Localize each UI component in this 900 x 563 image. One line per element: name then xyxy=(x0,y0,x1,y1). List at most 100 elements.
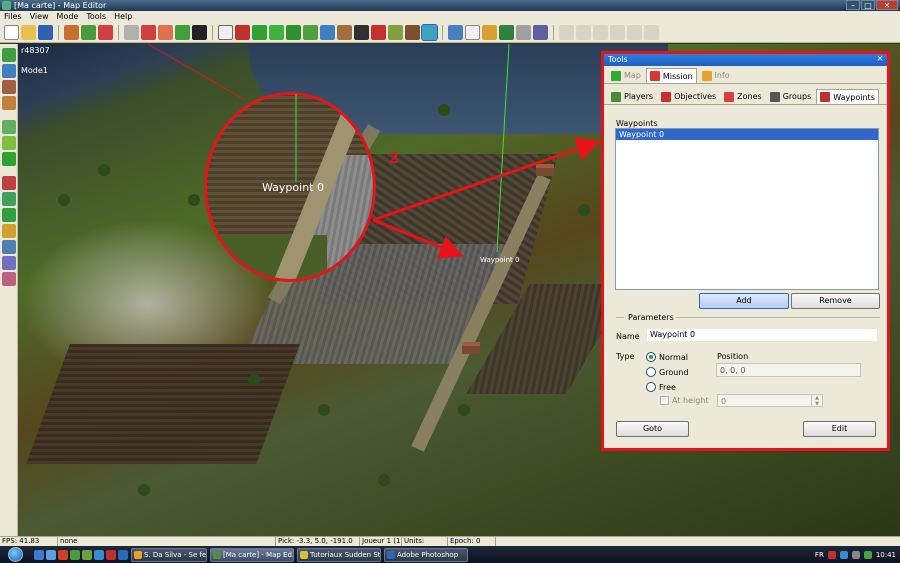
game-icon[interactable] xyxy=(82,549,92,560)
vehicle-icon[interactable] xyxy=(354,25,369,40)
toolbar-separator xyxy=(553,25,554,40)
layer-road-icon[interactable] xyxy=(1,224,16,238)
tab-mission[interactable]: Mission xyxy=(645,68,697,83)
paint-icon[interactable] xyxy=(175,25,190,40)
layer-water-icon[interactable] xyxy=(1,64,16,78)
layer-trees-icon[interactable] xyxy=(1,192,16,206)
building-icon[interactable] xyxy=(405,25,420,40)
layer-zone-icon[interactable] xyxy=(1,256,16,270)
tab-objectives[interactable]: Objectives xyxy=(658,89,719,104)
desktop-icon[interactable] xyxy=(34,549,44,560)
list-icon[interactable] xyxy=(516,25,531,40)
network-icon[interactable] xyxy=(839,550,848,559)
waypoint-tool-icon[interactable] xyxy=(421,24,438,41)
toolbar-separator xyxy=(442,25,443,40)
waypoints-section-label: Waypoints xyxy=(616,119,658,128)
tool-icon[interactable] xyxy=(141,25,156,40)
radar-icon[interactable] xyxy=(499,25,514,40)
layer-river-icon[interactable] xyxy=(1,240,16,254)
tab-info[interactable]: Info xyxy=(699,68,733,83)
messenger-icon[interactable] xyxy=(94,549,104,560)
player-status: Joueur 1 (1) xyxy=(362,537,402,546)
target-icon[interactable] xyxy=(98,25,113,40)
menu-mode[interactable]: Mode xyxy=(57,11,79,23)
browser-icon[interactable] xyxy=(58,549,68,560)
house-mark xyxy=(536,164,554,176)
layer-grid-icon[interactable] xyxy=(1,120,16,134)
tree-icon[interactable] xyxy=(252,25,267,40)
tab-map[interactable]: Map xyxy=(608,68,644,83)
type-ground-radio[interactable]: Ground xyxy=(646,367,688,377)
app-icon[interactable] xyxy=(70,549,80,560)
undo-icon[interactable] xyxy=(124,25,139,40)
menu-view[interactable]: View xyxy=(30,11,49,23)
menu-files[interactable]: Files xyxy=(4,11,22,23)
photoshop-icon[interactable] xyxy=(118,549,128,560)
layer-terrain-icon[interactable] xyxy=(1,48,16,62)
menu-bar: Files View Mode Tools Help xyxy=(0,11,900,23)
import-icon[interactable] xyxy=(64,25,79,40)
language-indicator[interactable]: FR xyxy=(815,551,824,559)
taskbar-item-tutorials[interactable]: Tutoriaux Sudden St... xyxy=(297,547,381,562)
save-icon[interactable] xyxy=(38,25,53,40)
document-icon[interactable] xyxy=(465,25,480,40)
tree-mark xyxy=(138,484,150,496)
goto-button[interactable]: Goto xyxy=(616,421,689,437)
waypoint-name-input[interactable] xyxy=(646,328,878,342)
tools-panel-close-button[interactable]: × xyxy=(875,54,885,65)
layer-forest-icon[interactable] xyxy=(1,152,16,166)
open-folder-icon[interactable] xyxy=(21,25,36,40)
taskbar-item-map-editor[interactable]: [Ma carte] - Map Ed... xyxy=(210,547,294,562)
tools-icon[interactable] xyxy=(533,25,548,40)
waypoint-map-label[interactable]: Waypoint 0 xyxy=(480,256,519,264)
type-normal-radio[interactable]: Normal xyxy=(646,352,688,362)
add-waypoint-button[interactable]: Add xyxy=(699,293,789,309)
layer-marker-icon[interactable] xyxy=(1,272,16,286)
pointer-icon[interactable] xyxy=(218,25,233,40)
explorer-icon[interactable] xyxy=(46,549,56,560)
checker-icon[interactable] xyxy=(192,25,207,40)
waypoints-list[interactable]: Waypoint 0 xyxy=(615,128,879,290)
list-item[interactable]: Waypoint 0 xyxy=(616,129,878,140)
tray-flag-icon[interactable] xyxy=(827,550,836,559)
layer-object-icon[interactable] xyxy=(1,96,16,110)
texture-icon[interactable] xyxy=(158,25,173,40)
taskbar-item-messenger[interactable]: S. Da Silva - Se fendr... xyxy=(131,547,207,562)
unit-icon[interactable] xyxy=(235,25,250,40)
layer-bush-icon[interactable] xyxy=(1,208,16,222)
tray-app-icon[interactable] xyxy=(863,550,872,559)
tab-players[interactable]: Players xyxy=(608,89,656,104)
layer-units-icon[interactable] xyxy=(1,176,16,190)
taskbar-item-photoshop[interactable]: Adobe Photoshop xyxy=(384,547,468,562)
layer-building-icon[interactable] xyxy=(1,80,16,94)
at-height-checkbox[interactable]: At height xyxy=(660,396,709,405)
new-file-icon[interactable] xyxy=(4,25,19,40)
menu-help[interactable]: Help xyxy=(114,11,132,23)
start-button[interactable] xyxy=(0,546,30,563)
close-button[interactable]: ✕ xyxy=(876,0,898,10)
maximize-button[interactable]: □ xyxy=(861,0,875,10)
tools-panel: Tools × Map Mission Info Players Objecti… xyxy=(601,51,890,451)
palette-icon[interactable] xyxy=(482,25,497,40)
hill-icon[interactable] xyxy=(303,25,318,40)
road-icon[interactable] xyxy=(337,25,352,40)
layer-grass-icon[interactable] xyxy=(1,136,16,150)
grass-icon[interactable] xyxy=(269,25,284,40)
tab-groups[interactable]: Groups xyxy=(767,89,815,104)
menu-tools[interactable]: Tools xyxy=(86,11,106,23)
forest-icon[interactable] xyxy=(286,25,301,40)
tab-zones[interactable]: Zones xyxy=(721,89,765,104)
water-icon[interactable] xyxy=(320,25,335,40)
volume-icon[interactable] xyxy=(851,550,860,559)
type-free-radio[interactable]: Free xyxy=(646,382,676,392)
remove-waypoint-button[interactable]: Remove xyxy=(791,293,880,309)
minimize-button[interactable]: – xyxy=(846,0,860,10)
edit-button[interactable]: Edit xyxy=(803,421,876,437)
soldier-icon[interactable] xyxy=(371,25,386,40)
layers-icon[interactable] xyxy=(448,25,463,40)
group-icon[interactable] xyxy=(388,25,403,40)
media-icon[interactable] xyxy=(106,549,116,560)
clock[interactable]: 10:41 xyxy=(876,551,896,559)
terrain-icon[interactable] xyxy=(81,25,96,40)
tab-waypoints[interactable]: Waypoints xyxy=(816,89,879,104)
